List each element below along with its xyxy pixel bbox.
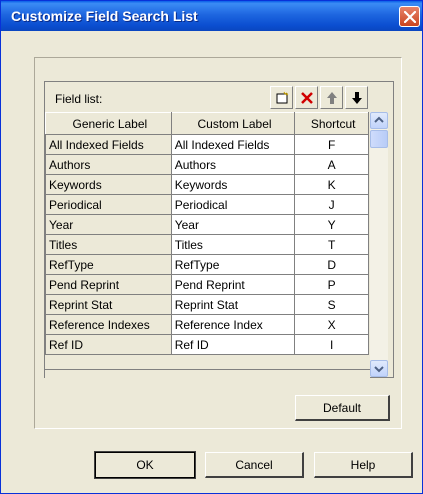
- shortcut-cell[interactable]: T: [294, 234, 369, 255]
- table-row[interactable]: All Indexed Fields All Indexed Fields F: [45, 134, 369, 155]
- vertical-scrollbar[interactable]: [370, 112, 388, 377]
- shortcut-cell[interactable]: J: [294, 194, 369, 215]
- field-list-label: Field list:: [55, 92, 103, 106]
- scroll-down-button[interactable]: [370, 360, 388, 377]
- generic-label-cell: Reprint Stat: [45, 294, 172, 315]
- table-row[interactable]: Ref ID Ref ID I: [45, 334, 369, 355]
- new-field-button[interactable]: [270, 86, 293, 109]
- shortcut-cell[interactable]: A: [294, 154, 369, 175]
- custom-label-cell[interactable]: All Indexed Fields: [170, 134, 296, 155]
- shortcut-cell[interactable]: P: [294, 274, 369, 295]
- cancel-button[interactable]: Cancel: [205, 452, 304, 478]
- close-button[interactable]: [399, 6, 420, 27]
- table-row[interactable]: RefType RefType D: [45, 254, 369, 275]
- shortcut-cell[interactable]: K: [294, 174, 369, 195]
- generic-label-cell: Year: [45, 214, 172, 235]
- move-down-button[interactable]: [345, 86, 368, 109]
- window-title: Customize Field Search List: [11, 8, 198, 24]
- table-header-row: Generic Label Custom Label Shortcut: [45, 112, 369, 135]
- generic-label-cell: Ref ID: [45, 334, 172, 355]
- custom-label-cell[interactable]: Pend Reprint: [170, 274, 296, 295]
- generic-label-cell: Keywords: [45, 174, 172, 195]
- table-bottom-strip: [45, 369, 370, 378]
- shortcut-cell[interactable]: I: [294, 334, 369, 355]
- shortcut-cell[interactable]: F: [294, 134, 369, 155]
- custom-label-cell[interactable]: Reprint Stat: [170, 294, 296, 315]
- column-header-shortcut[interactable]: Shortcut: [294, 112, 369, 135]
- custom-label-cell[interactable]: Periodical: [170, 194, 296, 215]
- scroll-thumb[interactable]: [370, 130, 388, 148]
- delete-x-icon: [301, 92, 313, 104]
- close-icon: [404, 11, 416, 23]
- generic-label-cell: Pend Reprint: [45, 274, 172, 295]
- new-item-icon: [276, 91, 289, 104]
- custom-label-cell[interactable]: Reference Index: [170, 314, 296, 335]
- arrow-up-icon: [327, 92, 337, 104]
- dialog-window: Customize Field Search List Field list:: [0, 0, 423, 494]
- custom-label-cell[interactable]: RefType: [170, 254, 296, 275]
- generic-label-cell: Reference Indexes: [45, 314, 172, 335]
- custom-label-cell[interactable]: Authors: [170, 154, 296, 175]
- ok-button[interactable]: OK: [94, 451, 196, 479]
- title-bar[interactable]: Customize Field Search List: [1, 1, 422, 31]
- shortcut-cell[interactable]: D: [294, 254, 369, 275]
- table-row[interactable]: Year Year Y: [45, 214, 369, 235]
- field-table: Generic Label Custom Label Shortcut All …: [45, 112, 369, 355]
- custom-label-cell[interactable]: Titles: [170, 234, 296, 255]
- table-row[interactable]: Pend Reprint Pend Reprint P: [45, 274, 369, 295]
- table-row[interactable]: Periodical Periodical J: [45, 194, 369, 215]
- column-header-custom-label[interactable]: Custom Label: [170, 112, 296, 135]
- table-row[interactable]: Authors Authors A: [45, 154, 369, 175]
- shortcut-cell[interactable]: X: [294, 314, 369, 335]
- custom-label-cell[interactable]: Keywords: [170, 174, 296, 195]
- table-row[interactable]: Reprint Stat Reprint Stat S: [45, 294, 369, 315]
- move-up-button[interactable]: [320, 86, 343, 109]
- shortcut-cell[interactable]: Y: [294, 214, 369, 235]
- generic-label-cell: Titles: [45, 234, 172, 255]
- custom-label-cell[interactable]: Ref ID: [170, 334, 296, 355]
- chevron-down-icon: [374, 366, 384, 373]
- table-row[interactable]: Titles Titles T: [45, 234, 369, 255]
- generic-label-cell: Periodical: [45, 194, 172, 215]
- table-row[interactable]: Keywords Keywords K: [45, 174, 369, 195]
- custom-label-cell[interactable]: Year: [170, 214, 296, 235]
- shortcut-cell[interactable]: S: [294, 294, 369, 315]
- column-header-generic-label[interactable]: Generic Label: [45, 112, 172, 135]
- delete-field-button[interactable]: [295, 86, 318, 109]
- scroll-up-button[interactable]: [370, 112, 388, 129]
- generic-label-cell: RefType: [45, 254, 172, 275]
- chevron-up-icon: [374, 116, 384, 123]
- table-row[interactable]: Reference Indexes Reference Index X: [45, 314, 369, 335]
- help-button[interactable]: Help: [314, 452, 413, 478]
- generic-label-cell: Authors: [45, 154, 172, 175]
- arrow-down-icon: [352, 92, 362, 104]
- generic-label-cell: All Indexed Fields: [45, 134, 172, 155]
- default-button[interactable]: Default: [295, 395, 390, 421]
